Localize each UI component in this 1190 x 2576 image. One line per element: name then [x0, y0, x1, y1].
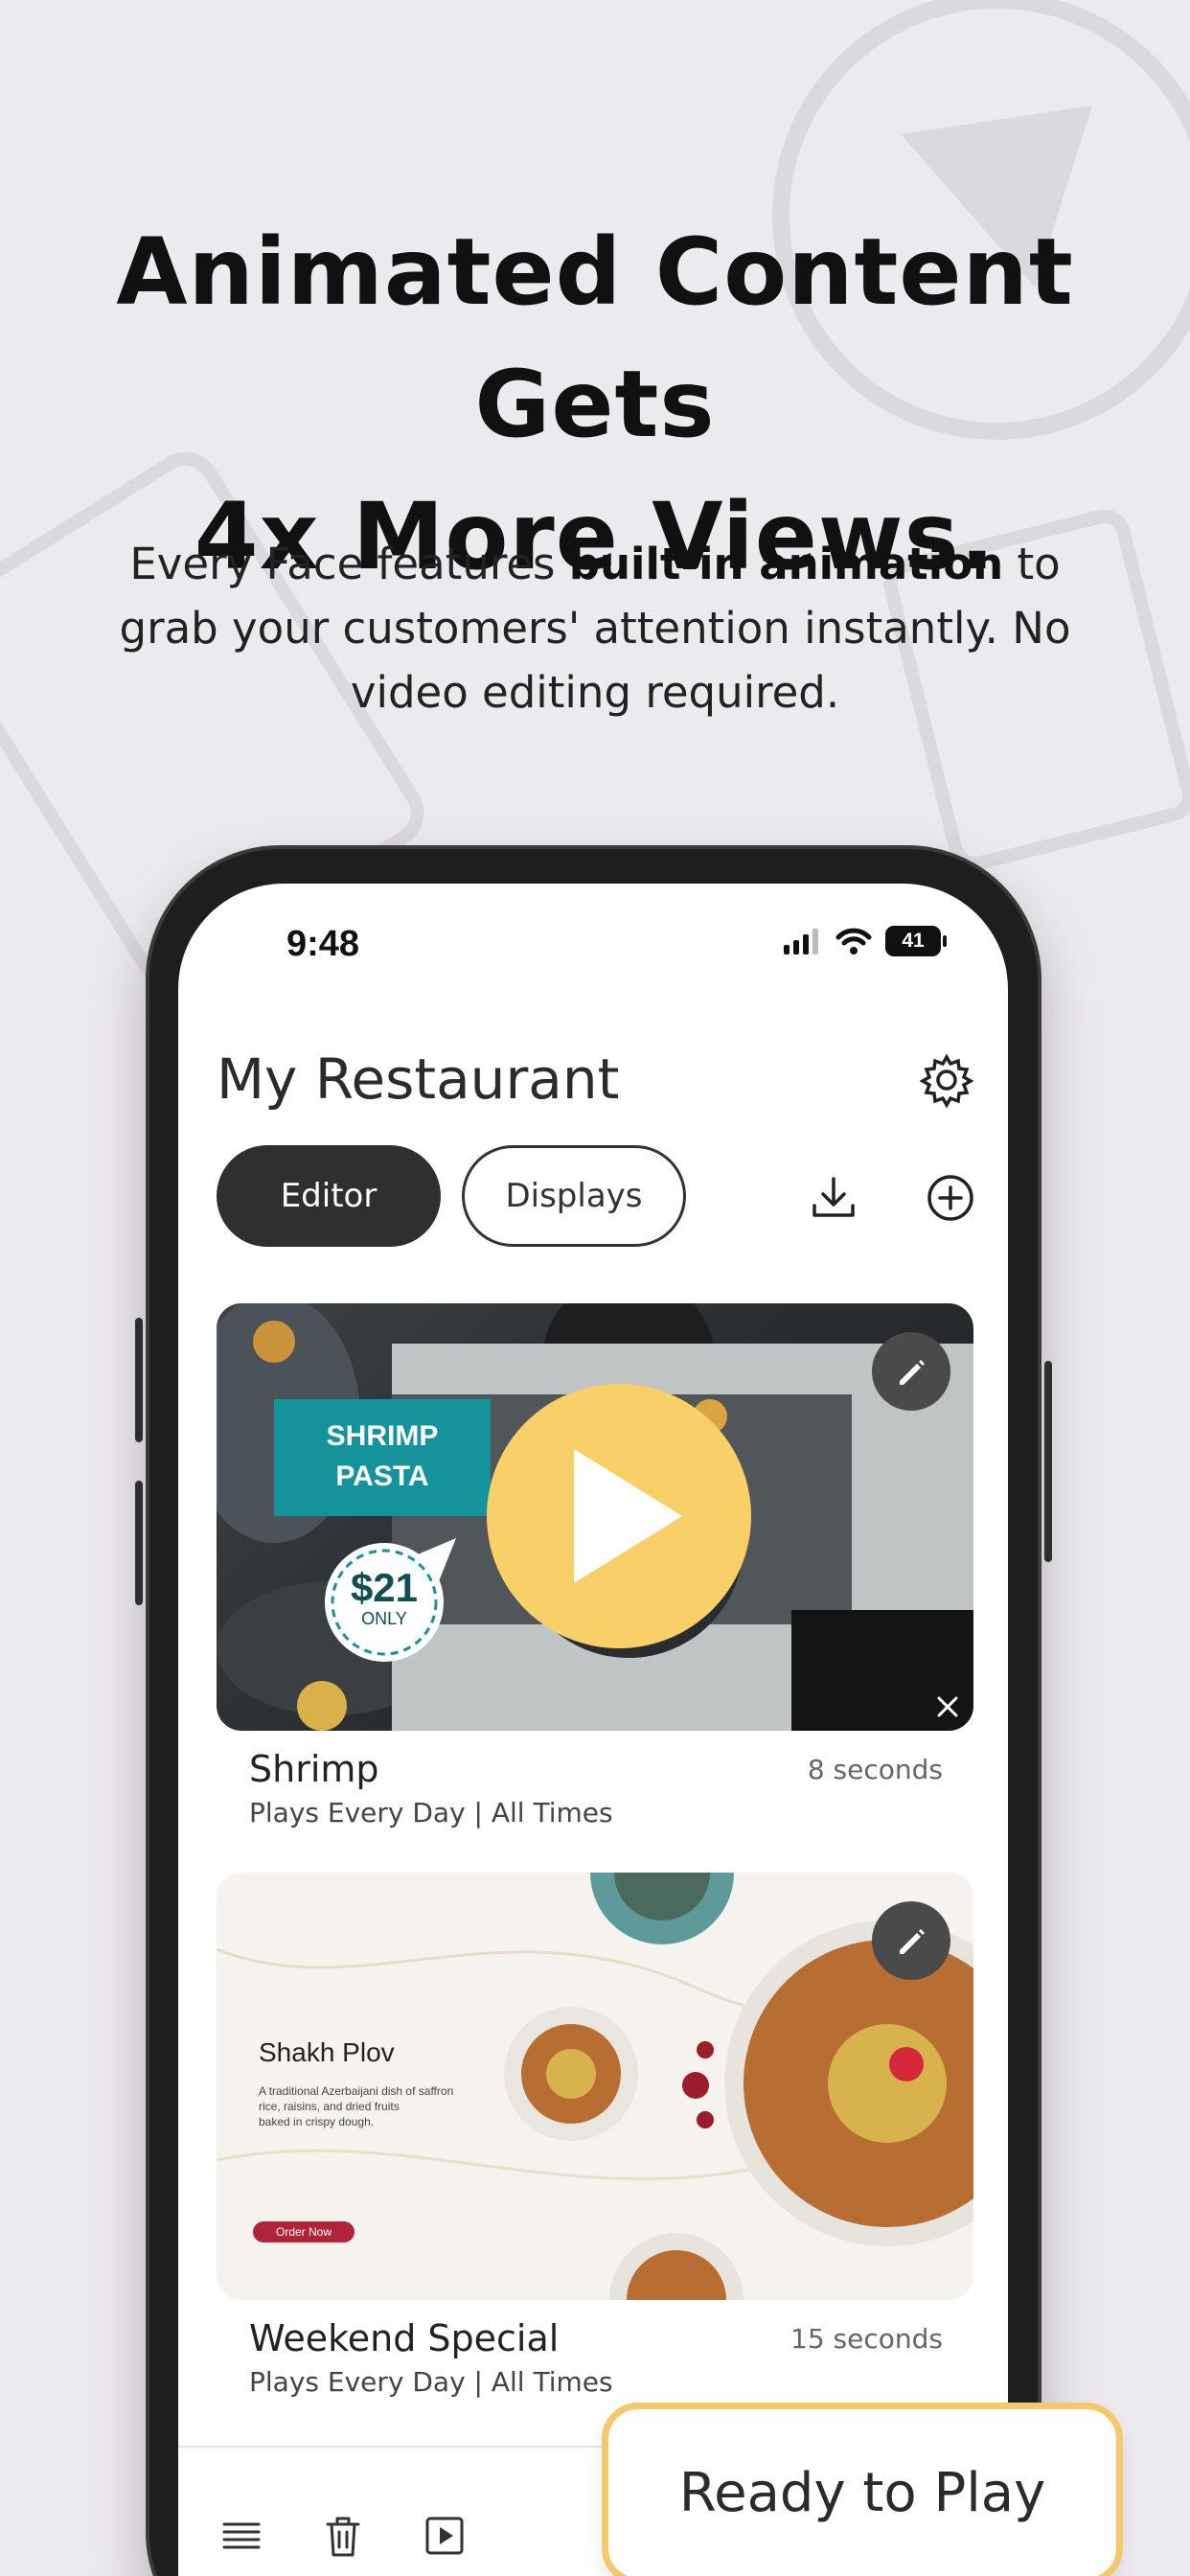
item-name: Shrimp	[249, 1748, 379, 1790]
content-card-weekend-special[interactable]: Shakh Plov A traditional Azerbaijani dis…	[217, 1873, 973, 2300]
status-bar: 9:48 41	[178, 912, 1008, 970]
tab-displays[interactable]: Displays	[462, 1145, 686, 1247]
shrimp-banner-text: SHRIMP PASTA	[326, 1420, 439, 1492]
add-circle-icon[interactable]	[924, 1171, 977, 1225]
phone-side-button	[135, 1481, 143, 1605]
trash-icon[interactable]	[320, 2513, 366, 2559]
phone-screen: 9:48 41 My Restaurant Editor Displays SH…	[178, 884, 1008, 2576]
dish-description: A traditional Azerbaijani dish of saffro…	[259, 2084, 454, 2128]
ready-to-play-button[interactable]: Ready to Play	[602, 2403, 1123, 2576]
shrimp-preview-image	[217, 1303, 973, 1731]
item-name: Weekend Special	[249, 2317, 560, 2359]
cellular-signal-icon	[784, 929, 818, 954]
phone-power-button	[1044, 1361, 1052, 1562]
battery-icon: 41	[885, 926, 947, 956]
edit-pencil-icon[interactable]	[872, 1901, 950, 1980]
edit-pencil-icon[interactable]	[872, 1332, 950, 1411]
gear-icon[interactable]	[918, 1051, 975, 1109]
content-card-shrimp[interactable]: SHRIMP PASTA $21 ONLY	[217, 1303, 973, 1731]
status-time: 9:48	[286, 924, 360, 964]
shuffle-icon	[937, 1696, 958, 1717]
phone-side-button	[135, 1318, 143, 1442]
download-icon[interactable]	[807, 1171, 860, 1225]
play-square-icon[interactable]	[422, 2513, 468, 2559]
item-duration: 8 seconds	[807, 1754, 943, 1785]
item-duration: 15 seconds	[790, 2323, 943, 2355]
tab-editor[interactable]: Editor	[217, 1145, 441, 1247]
dish-title: Shakh Plov	[259, 2037, 395, 2067]
item-schedule: Plays Every Day | All Times	[249, 2366, 613, 2398]
shrimp-price: $21 ONLY	[350, 1565, 419, 1629]
app-title: My Restaurant	[217, 1046, 620, 1112]
list-icon[interactable]	[218, 2513, 264, 2559]
subheadline: Every Face features built-in animation t…	[119, 539, 1071, 718]
item-schedule: Plays Every Day | All Times	[249, 1797, 613, 1828]
wifi-icon	[835, 928, 872, 954]
order-now-label: Order Now	[275, 2225, 332, 2239]
